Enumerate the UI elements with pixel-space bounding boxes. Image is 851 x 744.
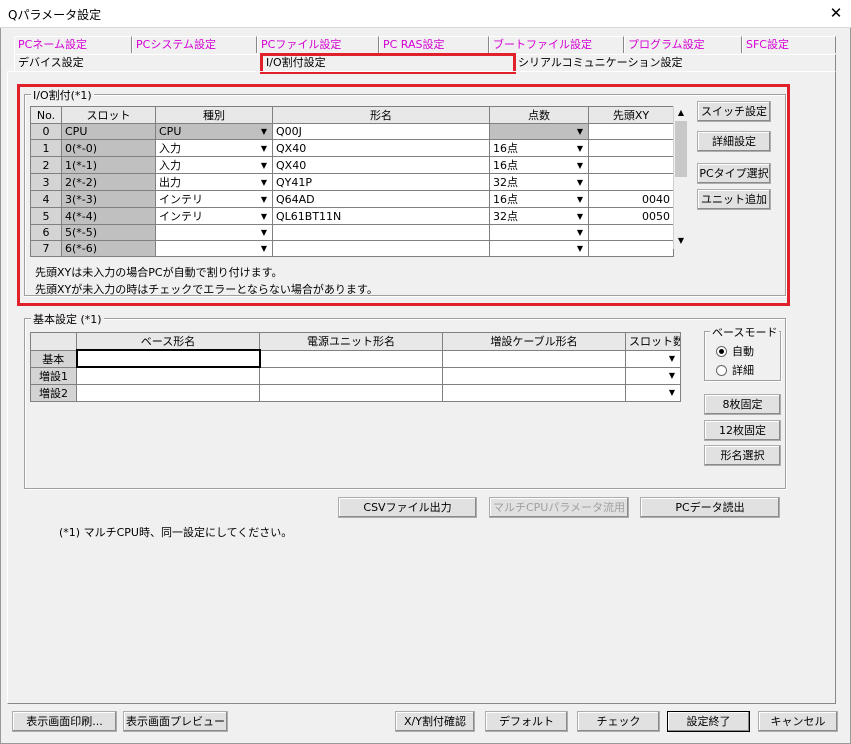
tab-pc-system[interactable]: PCシステム設定 (132, 36, 257, 53)
base-model-input[interactable] (76, 383, 260, 402)
table-row[interactable]: 増設2 ▼ (30, 383, 681, 402)
cancel-button[interactable]: キャンセル (758, 711, 838, 732)
tab-sfc[interactable]: SFC設定 (742, 36, 836, 53)
chevron-down-icon[interactable]: ▼ (667, 371, 677, 380)
finish-settings-button[interactable]: 設定終了 (667, 711, 750, 732)
chevron-down-icon[interactable]: ▼ (667, 388, 677, 397)
base-col-power-unit: 電源ユニット形名 (259, 332, 443, 351)
base-model-input[interactable] (76, 366, 260, 385)
tab-serial-communication[interactable]: シリアルコミュニケーション設定 (514, 54, 836, 71)
base-model-input[interactable] (75, 349, 261, 368)
tab-boot-file[interactable]: ブートファイル設定 (489, 36, 624, 53)
fix-8-slots-button[interactable]: 8枚固定 (704, 394, 781, 415)
power-unit-input[interactable] (259, 349, 443, 368)
slot-count-select[interactable]: ▼ (625, 349, 681, 368)
base-table-header: ベース形名 電源ユニット形名 増設ケーブル形名 スロット数 (30, 332, 681, 351)
base-settings-table: ベース形名 電源ユニット形名 増設ケーブル形名 スロット数 基本 ▼ 増設1 ▼… (30, 332, 681, 402)
base-settings-legend: 基本設定 (*1) (31, 311, 104, 327)
check-button[interactable]: チェック (577, 711, 660, 732)
print-preview-button[interactable]: 表示画面プレビュー (123, 711, 228, 732)
tab-program[interactable]: プログラム設定 (624, 36, 742, 53)
chevron-down-icon[interactable]: ▼ (667, 354, 677, 363)
base-col-slots: スロット数 (625, 332, 681, 351)
power-unit-input[interactable] (259, 366, 443, 385)
tab-device[interactable]: デバイス設定 (14, 54, 262, 71)
ext-cable-input[interactable] (442, 383, 626, 402)
power-unit-input[interactable] (259, 383, 443, 402)
base-row-label: 増設2 (30, 383, 77, 402)
window-title: Qパラメータ設定 (8, 8, 102, 22)
tab-pc-ras[interactable]: PC RAS設定 (379, 36, 489, 53)
base-mode-detail-radio[interactable]: 詳細 (716, 362, 754, 378)
table-row[interactable]: 基本 ▼ (30, 349, 681, 368)
fix-12-slots-button[interactable]: 12枚固定 (704, 420, 781, 441)
radio-unselected-icon (716, 364, 727, 376)
default-button[interactable]: デフォルト (485, 711, 568, 732)
tab-pc-file[interactable]: PCファイル設定 (257, 36, 379, 53)
base-mode-legend: ベースモード (710, 324, 780, 340)
io-group-highlight (17, 84, 790, 306)
title-bar: Qパラメータ設定 ✕ (0, 0, 851, 28)
model-select-button[interactable]: 形名選択 (704, 445, 781, 466)
table-row[interactable]: 増設1 ▼ (30, 366, 681, 385)
radio-selected-icon (716, 345, 727, 357)
base-col-blank (30, 332, 77, 351)
csv-export-button[interactable]: CSVファイル出力 (338, 497, 477, 518)
base-row-label: 増設1 (30, 366, 77, 385)
ext-cable-input[interactable] (442, 349, 626, 368)
pc-data-read-button[interactable]: PCデータ読出 (640, 497, 780, 518)
print-screen-button[interactable]: 表示画面印刷... (12, 711, 117, 732)
slot-count-select[interactable]: ▼ (625, 366, 681, 385)
ext-cable-input[interactable] (442, 366, 626, 385)
base-col-base-model: ベース形名 (76, 332, 260, 351)
multi-cpu-param-button: マルチCPUパラメータ流用 (489, 497, 629, 518)
base-row-label: 基本 (30, 349, 77, 368)
base-mode-auto-radio[interactable]: 自動 (716, 343, 754, 359)
tab-pc-name[interactable]: PCネーム設定 (14, 36, 132, 53)
xy-assignment-check-button[interactable]: X/Y割付確認 (395, 711, 475, 732)
multi-cpu-footnote: (*1) マルチCPU時、同一設定にしてください。 (59, 526, 293, 539)
base-col-ext-cable: 増設ケーブル形名 (442, 332, 626, 351)
close-icon[interactable]: ✕ (826, 3, 846, 23)
slot-count-select[interactable]: ▼ (625, 383, 681, 402)
